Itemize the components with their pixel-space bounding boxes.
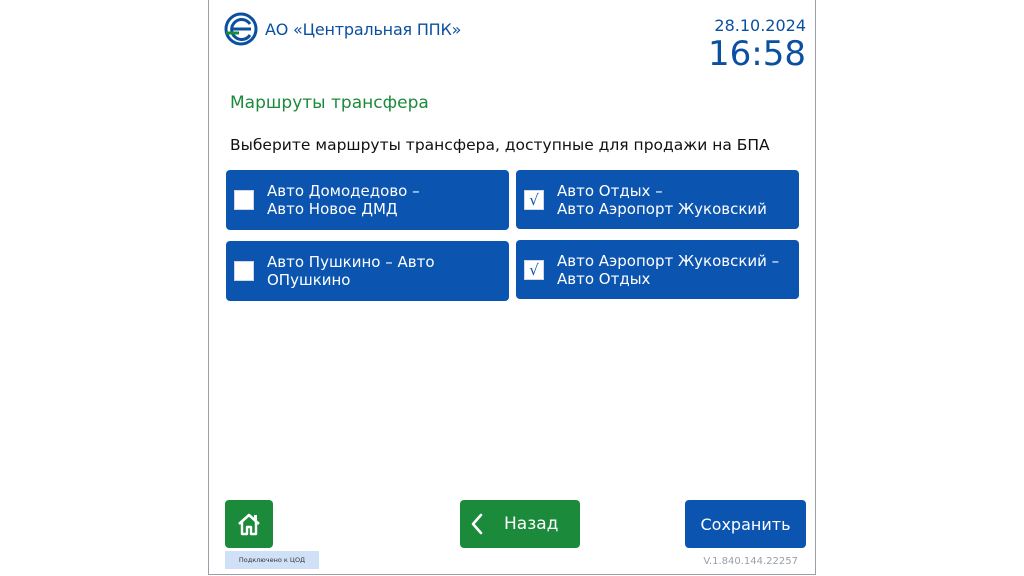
route-option-zhukovsky-otdyh[interactable]: √ Авто Аэропорт Жуковский – Авто Отдых <box>516 240 799 299</box>
route-label: Авто Пушкино – Авто ОПушкино <box>267 253 435 289</box>
company-name: АО «Центральная ППК» <box>265 19 462 39</box>
route-label-line2: Авто Новое ДМД <box>267 200 398 218</box>
home-button[interactable] <box>225 500 273 548</box>
app-version: V.1.840.144.22257 <box>703 556 798 567</box>
route-label-line1: Авто Аэропорт Жуковский – <box>557 251 780 270</box>
route-checkbox[interactable] <box>234 261 254 281</box>
back-button[interactable]: Назад <box>460 500 580 548</box>
route-checkbox-checked[interactable]: √ <box>524 259 544 280</box>
route-label-line2: Авто Аэропорт Жуковский <box>557 199 767 218</box>
route-label-line1: Авто Пушкино – Авто <box>267 253 435 271</box>
chevron-left-icon <box>471 513 483 535</box>
route-option-domodedovo[interactable]: Авто Домодедово – Авто Новое ДМД <box>226 170 509 230</box>
route-label: Авто Домодедово – Авто Новое ДМД <box>267 182 420 218</box>
connection-status: Подключено к ЦОД <box>225 551 319 569</box>
route-label-line2: ОПушкино <box>267 271 351 289</box>
route-label-line1: Авто Отдых – <box>557 181 663 200</box>
route-label: Авто Отдых – Авто Аэропорт Жуковский <box>557 182 767 218</box>
route-checkbox-checked[interactable]: √ <box>524 189 544 210</box>
route-label-line2: Авто Отдых <box>557 269 651 288</box>
back-button-label: Назад <box>504 514 559 534</box>
page-title: Маршруты трансфера <box>230 93 429 113</box>
kiosk-screen: АО «Центральная ППК» 28.10.2024 16:58 Ма… <box>208 0 816 575</box>
instruction-text: Выберите маршруты трансфера, доступные д… <box>230 136 770 154</box>
route-label-line1: Авто Домодедово – <box>267 182 420 200</box>
home-icon <box>238 513 260 536</box>
company-logo: АО «Центральная ППК» <box>223 11 461 47</box>
company-logo-icon <box>224 12 258 46</box>
route-option-otdyh-zhukovsky[interactable]: √ Авто Отдых – Авто Аэропорт Жуковский <box>516 170 799 229</box>
current-time: 16:58 <box>708 34 806 74</box>
route-checkbox[interactable] <box>234 190 254 210</box>
save-button[interactable]: Сохранить <box>685 500 806 548</box>
route-option-pushkino[interactable]: Авто Пушкино – Авто ОПушкино <box>226 241 509 301</box>
current-date: 28.10.2024 <box>714 16 806 35</box>
route-label: Авто Аэропорт Жуковский – Авто Отдых <box>557 252 779 288</box>
